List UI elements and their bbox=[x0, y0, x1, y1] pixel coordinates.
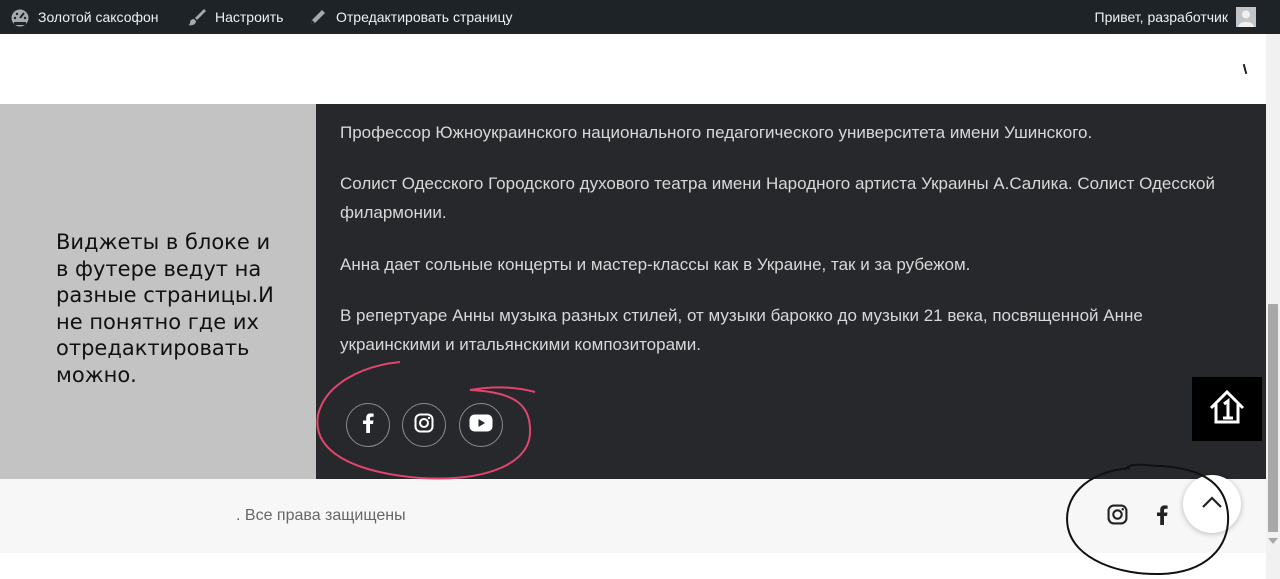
greeting-label: Привет, разработчик bbox=[1094, 9, 1228, 25]
bio-paragraph: В репертуаре Анны музыка разных стилей, … bbox=[340, 306, 1143, 354]
copyright-text: . Все права защищены bbox=[236, 507, 406, 524]
instagram-icon bbox=[1107, 504, 1128, 530]
facebook-link[interactable] bbox=[346, 403, 390, 447]
bio-paragraph: Анна дает сольные концерты и мастер-клас… bbox=[340, 255, 971, 274]
bio-paragraph: Профессор Южноукраинского национального … bbox=[340, 123, 1093, 142]
brush-icon bbox=[187, 7, 207, 27]
header-band bbox=[0, 34, 1266, 104]
facebook-icon bbox=[1156, 504, 1168, 531]
account-menu[interactable]: Привет, разработчик bbox=[1095, 0, 1256, 34]
chevron-up-icon bbox=[1201, 495, 1223, 514]
edit-page-label: Отредактировать страницу bbox=[336, 9, 513, 25]
bio-paragraph: Солист Одесского Городского духового теа… bbox=[340, 174, 1215, 222]
scrollbar-thumb[interactable] bbox=[1268, 304, 1278, 532]
site-name-menu[interactable]: Золотой саксофон bbox=[10, 0, 159, 34]
accessibility-button[interactable] bbox=[1192, 377, 1262, 441]
footer-instagram-link[interactable] bbox=[1105, 504, 1129, 530]
pencil-icon bbox=[308, 7, 328, 27]
home-number-icon bbox=[1207, 387, 1247, 432]
customize-label: Настроить bbox=[215, 9, 284, 25]
youtube-icon bbox=[469, 414, 493, 437]
facebook-icon bbox=[362, 412, 374, 438]
avatar bbox=[1236, 7, 1256, 27]
instagram-icon bbox=[414, 413, 434, 438]
instagram-link[interactable] bbox=[402, 403, 446, 447]
footer-facebook-link[interactable] bbox=[1152, 504, 1172, 531]
dashboard-icon bbox=[10, 7, 30, 27]
annotation-note: Виджеты в блоке и в футере ведут на разн… bbox=[56, 230, 274, 387]
youtube-link[interactable] bbox=[459, 403, 503, 447]
edit-page-menu[interactable]: Отредактировать страницу bbox=[308, 0, 513, 34]
customize-menu[interactable]: Настроить bbox=[187, 0, 283, 34]
page-bottom bbox=[0, 553, 1266, 579]
scroll-to-top-button[interactable] bbox=[1183, 475, 1241, 533]
admin-bar: Золотой саксофон Настроить Отредактирова… bbox=[0, 0, 1280, 34]
site-footer bbox=[0, 479, 1266, 553]
scroll-down-arrow[interactable] bbox=[1268, 538, 1278, 544]
site-name-label: Золотой саксофон bbox=[38, 9, 159, 25]
